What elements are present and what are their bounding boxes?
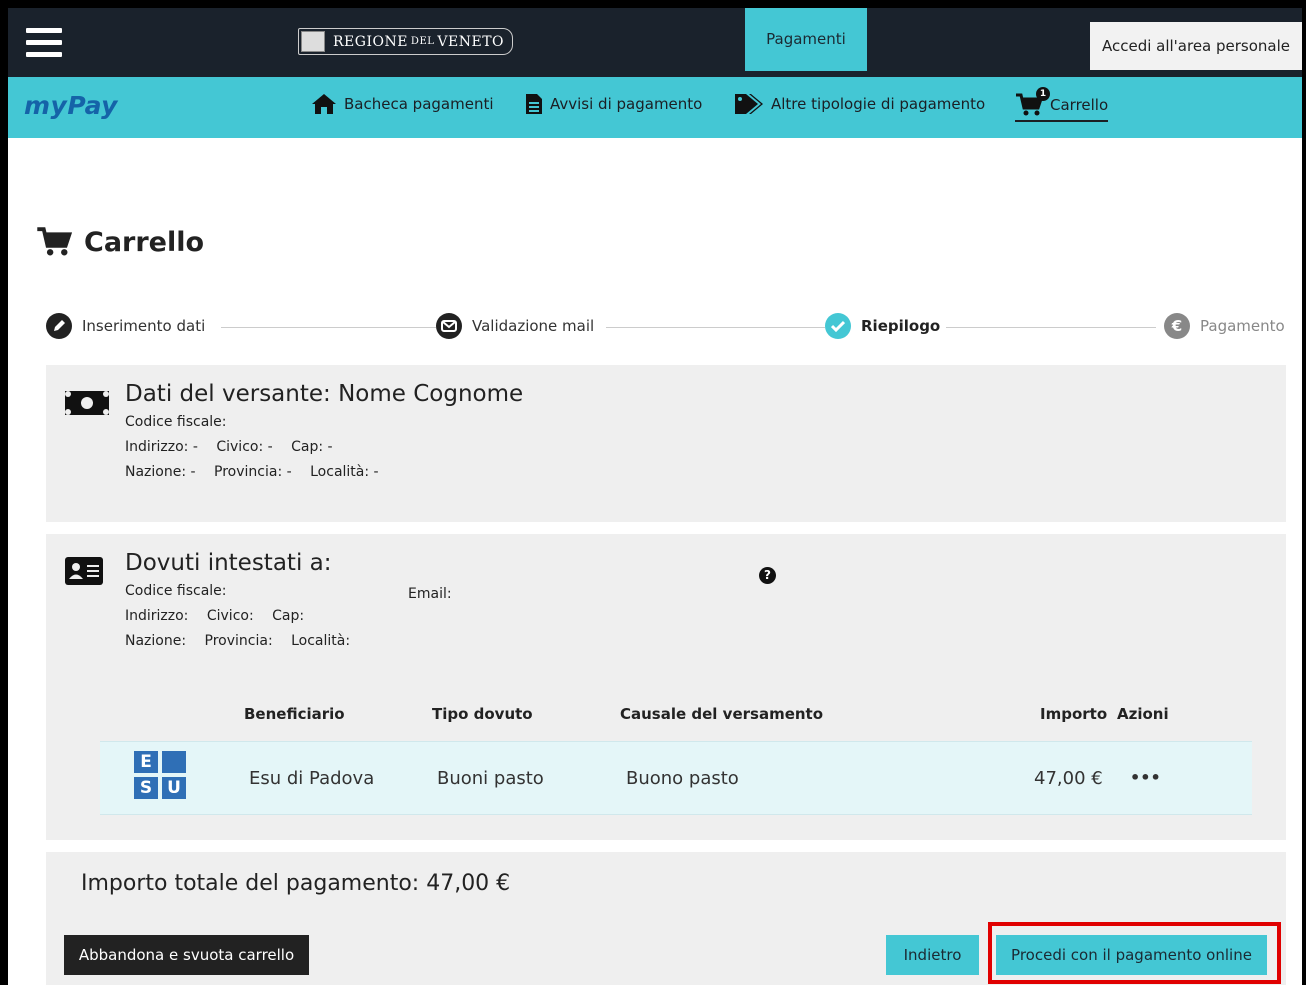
column-header-importo: Importo (1040, 705, 1108, 723)
stepper: Inserimento dati Validazione mail Riepil… (46, 313, 1286, 343)
civico-label: Civico: - (216, 439, 273, 455)
cap-label: Cap: (272, 608, 305, 624)
esu-logo-letter: U (162, 777, 186, 799)
esu-logo-letter: S (134, 777, 158, 799)
page-title-text: Carrello (84, 226, 205, 258)
step-label: Validazione mail (472, 317, 595, 335)
cart-icon (37, 227, 72, 256)
nav-item-label: Altre tipologie di pagamento (771, 95, 986, 113)
step-connector (221, 327, 466, 328)
nazione-label: Nazione: - (125, 464, 196, 480)
nav-item-label: Bacheca pagamenti (344, 95, 494, 113)
cart-count-badge: 1 (1036, 87, 1050, 101)
column-header-tipo-dovuto: Tipo dovuto (432, 705, 533, 723)
codice-fiscale-label: Codice fiscale: (125, 583, 227, 599)
check-icon (825, 313, 851, 339)
provincia-label: Provincia: - (214, 464, 292, 480)
mypay-logo[interactable]: myPay (24, 91, 118, 120)
step-label: Riepilogo (861, 317, 941, 335)
region-logo-text: DEL (410, 36, 435, 47)
tab-pagamenti[interactable]: Pagamenti (745, 8, 867, 71)
nav-item-altre-tipologie[interactable]: Altre tipologie di pagamento (734, 93, 985, 115)
step-pagamento: € Pagamento (1164, 313, 1285, 339)
step-riepilogo: Riepilogo (825, 313, 941, 339)
abbandona-carrello-button[interactable]: Abbandona e svuota carrello (64, 935, 309, 975)
nav-item-bacheca[interactable]: Bacheca pagamenti (311, 93, 494, 115)
login-button[interactable]: Accedi all'area personale (1090, 22, 1302, 70)
nav-item-label: Avvisi di pagamento (550, 95, 703, 113)
cell-tipo-dovuto: Buoni pasto (437, 768, 544, 789)
nav-bar: myPay Bacheca pagamenti Avvisi di pagame… (8, 77, 1302, 138)
envelope-icon (436, 313, 462, 339)
totale-label: Importo totale del pagamento: 47,00 € (81, 871, 511, 896)
money-icon (65, 391, 109, 415)
back-button[interactable]: Indietro (886, 935, 979, 975)
esu-logo: E S U (134, 751, 194, 805)
cell-causale: Buono pasto (626, 768, 739, 789)
pencil-icon (46, 313, 72, 339)
document-icon (526, 94, 542, 114)
region-logo-text: VENETO (437, 33, 505, 50)
cell-beneficiario: Esu di Padova (249, 768, 375, 789)
nav-item-avvisi[interactable]: Avvisi di pagamento (525, 93, 702, 115)
cell-importo: 47,00 € (1034, 768, 1103, 789)
menu-icon[interactable] (26, 28, 62, 60)
column-header-azioni: Azioni (1117, 705, 1169, 723)
app-frame: REGIONE DEL VENETO Pagamenti Accedi all'… (8, 8, 1302, 985)
civico-label: Civico: (206, 608, 254, 624)
highlight-box (988, 922, 1281, 984)
more-actions-icon[interactable]: ••• (1130, 768, 1161, 787)
step-label: Pagamento (1200, 317, 1285, 335)
versante-panel: Dati del versante: Nome Cognome Codice f… (46, 365, 1286, 522)
step-validazione-mail: Validazione mail (436, 313, 595, 339)
localita-label: Località: - (310, 464, 379, 480)
step-label: Inserimento dati (82, 317, 206, 335)
step-inserimento-dati: Inserimento dati (46, 313, 206, 339)
nazione-label: Nazione: (125, 633, 187, 649)
versante-title: Dati del versante: Nome Cognome (125, 381, 524, 407)
step-connector (946, 327, 1156, 328)
column-header-causale: Causale del versamento (620, 705, 824, 723)
help-icon[interactable]: ? (759, 567, 776, 584)
cap-label: Cap: - (291, 439, 333, 455)
indirizzo-label: Indirizzo: (125, 608, 189, 624)
provincia-label: Provincia: (204, 633, 273, 649)
step-connector (606, 327, 836, 328)
id-card-icon (65, 557, 103, 585)
localita-label: Località: (291, 633, 351, 649)
crest-icon (301, 31, 325, 52)
indirizzo-label: Indirizzo: - (125, 439, 198, 455)
tags-icon (735, 94, 763, 114)
region-logo-text: REGIONE (333, 33, 408, 50)
dovuti-title: Dovuti intestati a: (125, 550, 332, 576)
codice-fiscale-label: Codice fiscale: (125, 414, 227, 430)
esu-logo-emblem (162, 751, 186, 773)
nav-item-label: Carrello (1050, 96, 1109, 114)
page-title: Carrello (36, 226, 204, 258)
table-row: E S U Esu di Padova Buoni pasto Buono pa… (100, 741, 1252, 815)
nav-item-carrello[interactable]: 1 Carrello (1015, 87, 1109, 122)
cart-icon-wrapper: 1 (1015, 87, 1050, 117)
email-label: Email: (408, 586, 452, 602)
esu-logo-letter: E (134, 751, 158, 773)
region-logo[interactable]: REGIONE DEL VENETO (298, 28, 514, 55)
euro-icon: € (1164, 313, 1190, 339)
home-icon (312, 94, 336, 114)
top-bar: REGIONE DEL VENETO Pagamenti Accedi all'… (8, 8, 1302, 77)
column-header-beneficiario: Beneficiario (244, 705, 345, 723)
